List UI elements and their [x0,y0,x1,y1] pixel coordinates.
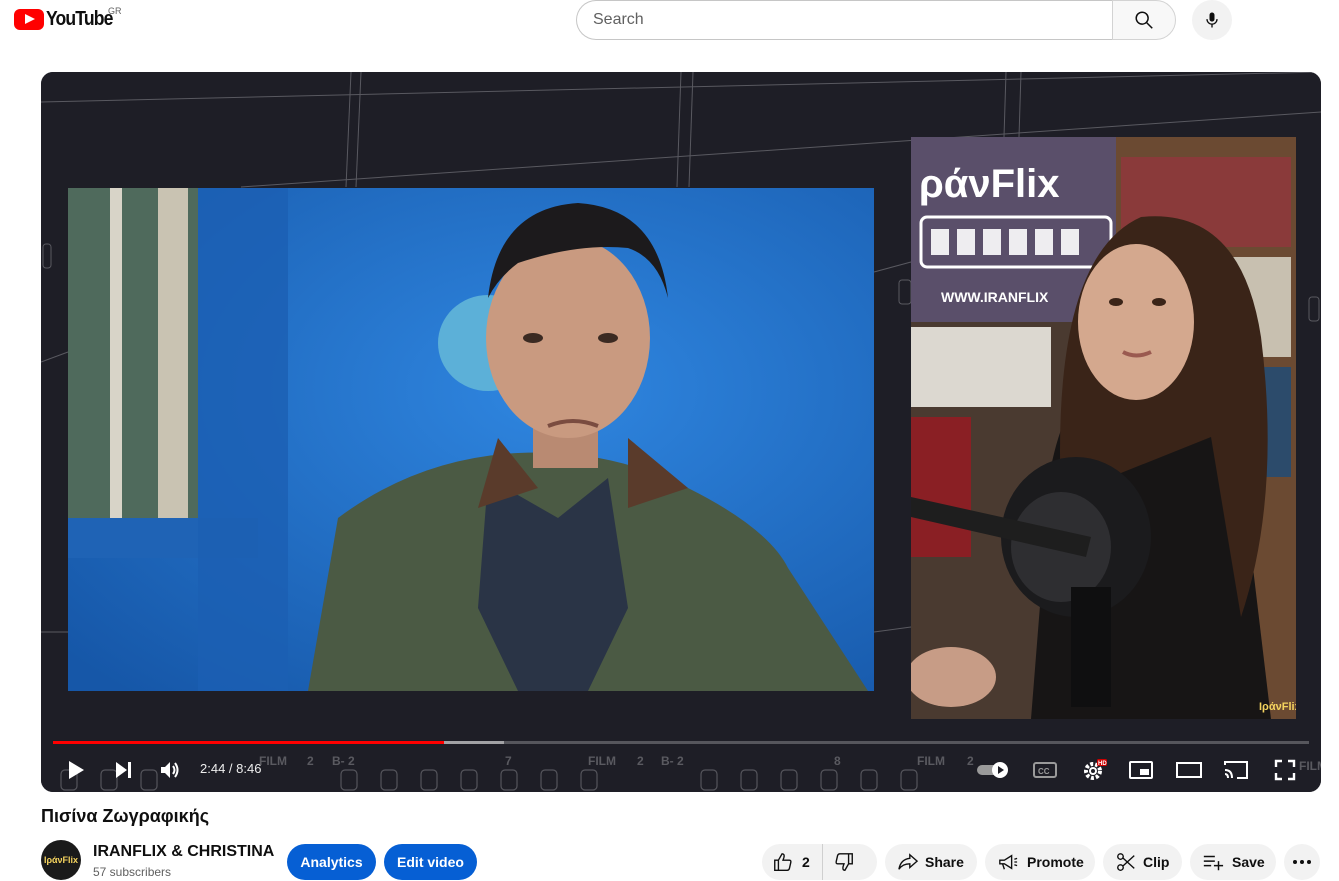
clip-label: Clip [1143,854,1170,870]
search-input[interactable] [576,0,1113,40]
presenter-scene: ράνFlix WWW.IRANFLIX [911,137,1296,719]
progress-bar[interactable] [53,741,1309,744]
film-label: B- 2 [332,754,355,768]
share-icon [898,853,919,870]
film-label: FILM 2 [1299,759,1321,773]
analytics-label: Analytics [300,854,363,870]
share-label: Share [925,854,964,870]
player-controls: FILM 2 B- 2 7 FILM 2 B- 2 8 FILM 2 FILM … [41,748,1321,792]
like-button[interactable]: 2 [772,844,823,880]
youtube-logo[interactable]: YouTube [14,8,122,31]
megaphone-icon [999,854,1018,870]
next-button[interactable] [111,756,137,784]
time-display: 2:44 / 8:46 [200,761,262,776]
playlist-add-icon [1203,855,1224,871]
logo-text: YouTube [46,8,113,30]
search-bar [576,0,1176,40]
region-code: GR [108,6,122,16]
miniplayer-icon [1129,761,1153,779]
channel-avatar[interactable]: ΙράνFlix [41,840,81,880]
more-actions-button[interactable] [1284,844,1320,880]
fullscreen-icon [1274,759,1296,781]
settings-button[interactable]: HD [1080,756,1108,784]
search-button[interactable] [1112,0,1176,40]
mute-button[interactable] [157,756,183,784]
theater-mode-button[interactable] [1174,756,1204,784]
like-dislike-group: 2 [762,844,877,880]
promote-button[interactable]: Promote [985,844,1095,880]
film-label: 7 [505,754,512,768]
film-label: 8 [834,754,841,768]
more-horizontal-icon [1293,860,1311,864]
film-label: FILM [917,754,945,768]
thumbs-up-icon [774,853,792,871]
watermark-logo: ΙράνFlix [1259,701,1296,713]
subscriber-count: 57 subscribers [93,865,172,879]
scissors-icon [1117,853,1135,871]
microphone-icon [1206,12,1218,28]
banner-brand: ράνFlix [919,162,1060,206]
film-label: 2 [967,754,974,768]
miniplayer-button[interactable] [1127,756,1155,784]
save-button[interactable]: Save [1190,844,1276,880]
presenter-video-frame: ράνFlix WWW.IRANFLIX ΙράνFlix [911,137,1296,719]
thumbs-down-icon [835,853,853,871]
volume-icon [161,762,179,778]
video-player[interactable]: ράνFlix WWW.IRANFLIX ΙράνFlix [41,72,1321,792]
play-button[interactable] [63,756,89,784]
analytics-button[interactable]: Analytics [287,844,376,880]
main-video-scene [68,188,874,691]
channel-name[interactable]: IRANFLIX & CHRISTINA [93,843,274,861]
dislike-button[interactable] [823,844,855,880]
youtube-play-icon [14,9,44,30]
clip-button[interactable]: Clip [1103,844,1182,880]
closed-captions-icon: CC [1033,762,1057,778]
film-label: FILM [259,754,287,768]
film-label: FILM [588,754,616,768]
play-icon [69,761,84,779]
subtitles-button[interactable]: CC [1032,756,1058,784]
masthead: YouTube GR [0,0,1339,56]
voice-search-button[interactable] [1192,0,1232,40]
share-button[interactable]: Share [885,844,977,880]
film-label: B- 2 [661,754,684,768]
autoplay-icon [977,762,1008,778]
save-label: Save [1232,854,1265,870]
film-label: 2 [307,754,314,768]
search-icon [1135,11,1153,29]
svg-text:HD: HD [1098,761,1107,767]
avatar-text: ΙράνFlix [43,855,79,865]
svg-text:CC: CC [1038,767,1050,776]
fullscreen-button[interactable] [1271,756,1299,784]
film-label: 2 [637,754,644,768]
progress-played [53,741,444,744]
autoplay-toggle[interactable] [976,756,1012,784]
banner-url: WWW.IRANFLIX [941,289,1049,305]
cast-button[interactable] [1222,756,1250,784]
promote-label: Promote [1027,854,1084,870]
skip-next-icon [116,762,131,778]
edit-video-button[interactable]: Edit video [384,844,477,880]
cast-icon [1224,761,1248,779]
video-title: Πισίνα Ζωγραφικής [41,806,210,826]
gear-icon: HD [1084,759,1107,780]
edit-video-label: Edit video [397,854,464,870]
theater-mode-icon [1176,762,1202,778]
main-video-frame [68,188,874,691]
like-count: 2 [802,854,810,870]
